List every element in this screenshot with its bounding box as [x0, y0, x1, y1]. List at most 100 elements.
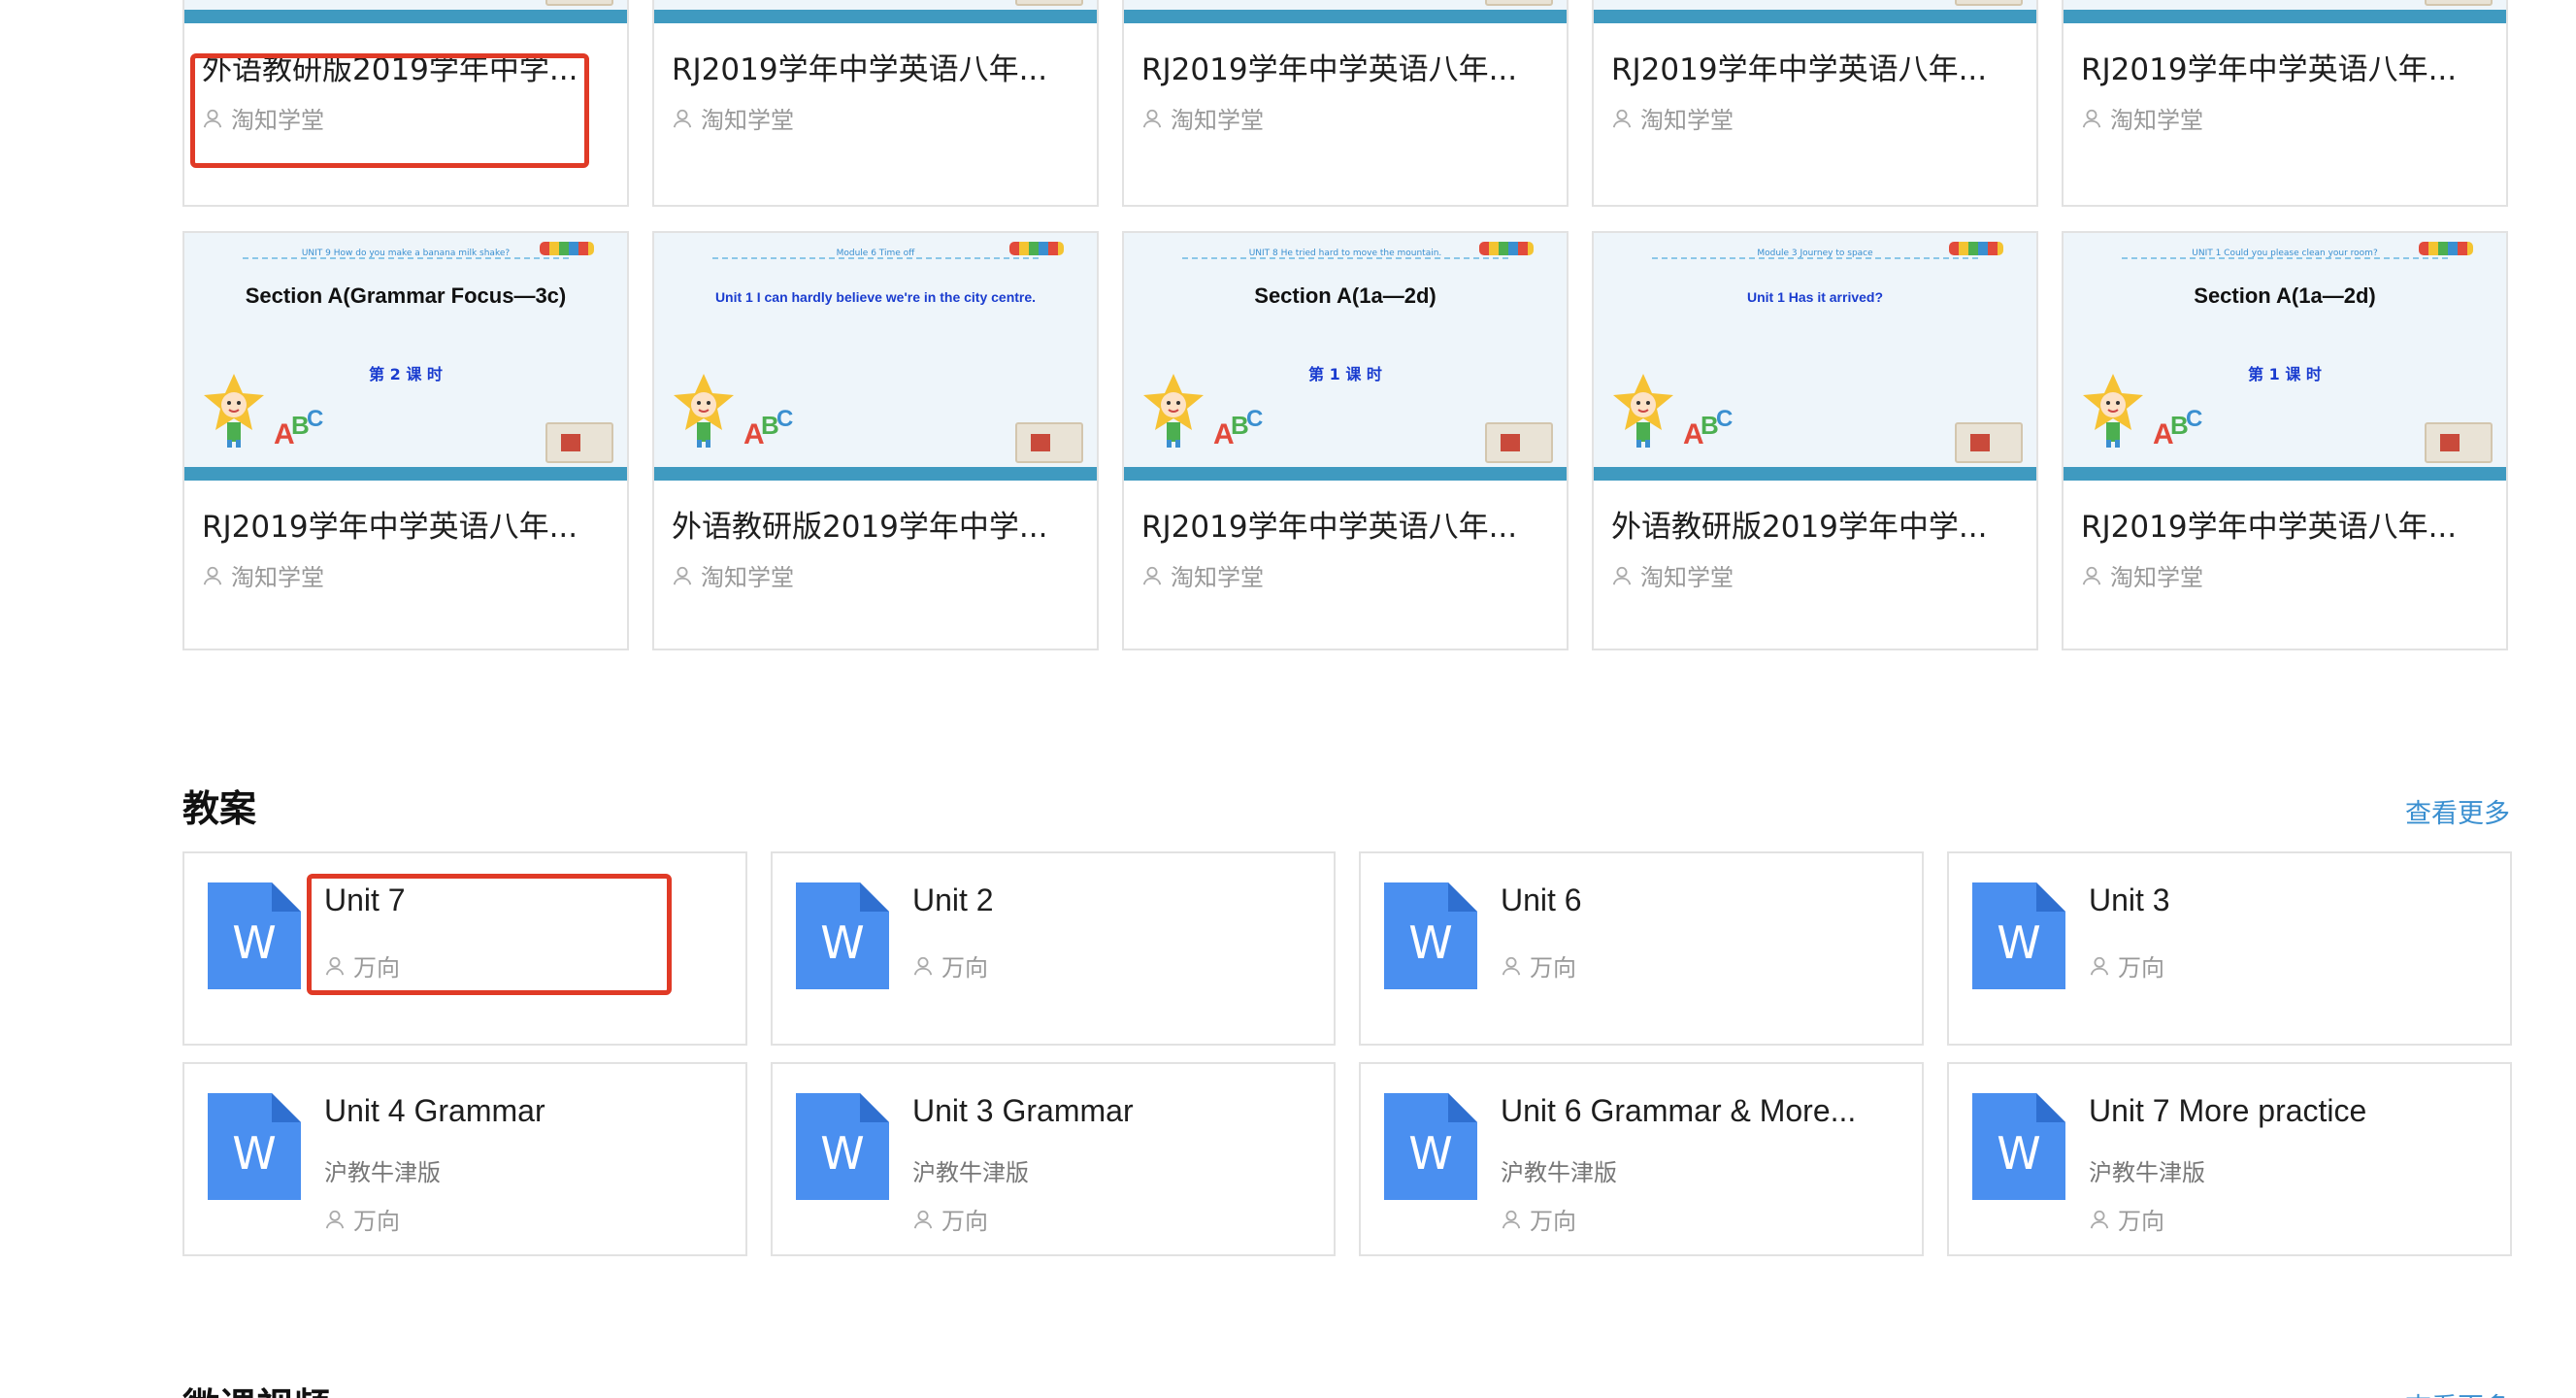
course-title[interactable]: RJ2019学年中学英语八年...	[1611, 50, 2019, 89]
course-thumbnail[interactable]: UNIT 8 He tried hard to move the mountai…	[1124, 233, 1567, 481]
lesson-plan-author: 万向	[1501, 1202, 1576, 1236]
author-name: 万向	[941, 1208, 988, 1235]
lesson-plan-title[interactable]: Unit 6 Grammar & More...	[1501, 1091, 1902, 1130]
course-title[interactable]: RJ2019学年中学英语八年...	[1141, 508, 1549, 547]
course-title[interactable]: RJ2019学年中学英语八年...	[2081, 50, 2489, 89]
svg-text:W: W	[232, 1127, 276, 1180]
svg-text:W: W	[232, 916, 276, 969]
course-title[interactable]: 外语教研版2019学年中学...	[672, 508, 1079, 547]
lesson-plan-title[interactable]: Unit 2	[912, 881, 1314, 919]
lesson-plan-publisher: 沪教牛津版	[324, 1159, 441, 1186]
course-title[interactable]: 外语教研版2019学年中学...	[1611, 508, 2019, 547]
lesson-plan-card[interactable]: W Unit 7 万向	[182, 851, 747, 1046]
author-name: 淘知学堂	[1171, 564, 1264, 591]
lesson-plan-card[interactable]: W Unit 2 万向	[771, 851, 1336, 1046]
course-card[interactable]: UNIT 8 He tried hard to move the mountai…	[1122, 231, 1569, 650]
svg-text:W: W	[820, 1127, 864, 1180]
author-name: 淘知学堂	[1640, 107, 1734, 134]
author-name: 淘知学堂	[2110, 564, 2203, 591]
desk-illustration	[1015, 422, 1083, 463]
author-name: 万向	[353, 954, 400, 982]
slide-heading: Section A(1a—2d)	[2194, 283, 2376, 308]
course-author: 淘知学堂	[1611, 101, 2019, 135]
course-card[interactable]: Module 6 Time off Unit 1 I can hardly bel…	[652, 231, 1099, 650]
lesson-plan-publisher: 沪教牛津版	[912, 1159, 1029, 1186]
course-title[interactable]: RJ2019学年中学英语八年...	[672, 50, 1079, 89]
course-title[interactable]: RJ2019学年中学英语八年...	[1141, 50, 1549, 89]
user-icon	[2082, 566, 2101, 584]
author-name: 万向	[2118, 1208, 2164, 1235]
course-card[interactable]: RJ2019学年中学英语八年... 淘知学堂	[652, 0, 1099, 207]
desk-illustration	[2425, 422, 2493, 463]
course-author: 淘知学堂	[2081, 558, 2489, 592]
course-author: 淘知学堂	[672, 101, 1079, 135]
course-author: 淘知学堂	[1611, 558, 2019, 592]
course-thumbnail[interactable]	[1124, 0, 1567, 23]
course-card[interactable]: UNIT 1 Could you please clean your room?…	[2062, 231, 2508, 650]
author-name: 万向	[2118, 954, 2164, 982]
lesson-plan-publisher: 沪教牛津版	[2089, 1159, 2205, 1186]
user-icon	[1142, 109, 1162, 127]
word-document-icon: W	[1384, 882, 1477, 989]
lesson-plan-card[interactable]: W Unit 4 Grammar 沪教牛津版万向	[182, 1062, 747, 1256]
user-icon	[325, 1210, 345, 1228]
svg-text:C: C	[1246, 406, 1263, 432]
lesson-plan-title[interactable]: Unit 6	[1501, 881, 1902, 919]
view-more-link[interactable]: 查看更多	[2405, 792, 2510, 830]
course-title[interactable]: RJ2019学年中学英语八年...	[2081, 508, 2489, 547]
course-card[interactable]: 外语教研版2019学年中学... 淘知学堂	[182, 0, 629, 207]
course-thumbnail[interactable]	[654, 0, 1097, 23]
user-icon	[1612, 566, 1632, 584]
course-title[interactable]: 外语教研版2019学年中学...	[202, 50, 610, 89]
lesson-plan-card[interactable]: W Unit 3 Grammar 沪教牛津版万向	[771, 1062, 1336, 1256]
lesson-plan-title[interactable]: Unit 3 Grammar	[912, 1091, 1314, 1130]
svg-text:W: W	[1408, 1127, 1452, 1180]
course-thumbnail[interactable]	[2064, 0, 2506, 23]
lesson-plan-title[interactable]: Unit 7	[324, 881, 726, 919]
user-icon	[1502, 956, 1521, 975]
lesson-plan-card[interactable]: W Unit 3 万向	[1947, 851, 2512, 1046]
course-card[interactable]: RJ2019学年中学英语八年... 淘知学堂	[1122, 0, 1569, 207]
lesson-plan-title[interactable]: Unit 3	[2089, 881, 2491, 919]
course-author: 淘知学堂	[672, 558, 1079, 592]
lesson-plan-author: 万向	[324, 1202, 400, 1236]
course-thumbnail[interactable]: Module 6 Time off Unit 1 I can hardly bel…	[654, 233, 1097, 481]
abc-letters-illustration: ABC	[274, 406, 323, 448]
course-title[interactable]: RJ2019学年中学英语八年...	[202, 508, 610, 547]
cartoon-girl-illustration	[2083, 374, 2143, 448]
lesson-plan-publisher: 沪教牛津版	[1501, 1159, 1617, 1186]
lesson-plan-card[interactable]: W Unit 7 More practice 沪教牛津版 万向	[1947, 1062, 2512, 1256]
desk-illustration	[1955, 0, 2023, 6]
user-icon	[203, 109, 222, 127]
author-name: 淘知学堂	[1640, 564, 1734, 591]
lesson-plan-title[interactable]: Unit 4 Grammar	[324, 1091, 726, 1130]
course-card[interactable]: UNIT 9 How do you make a banana milk sha…	[182, 231, 629, 650]
svg-text:C: C	[1716, 406, 1733, 432]
word-document-icon: W	[1384, 1093, 1477, 1200]
author-name: 万向	[1530, 1208, 1576, 1235]
abc-letters-illustration: ABC	[2153, 406, 2202, 448]
course-author: 淘知学堂	[2081, 101, 2489, 135]
slide-heading: Section A(1a—2d)	[1254, 283, 1437, 308]
user-icon	[2082, 109, 2101, 127]
course-card[interactable]: RJ2019学年中学英语八年... 淘知学堂	[2062, 0, 2508, 207]
cartoon-girl-illustration	[674, 374, 734, 448]
cartoon-girl-illustration	[204, 374, 264, 448]
course-thumbnail[interactable]	[184, 0, 627, 23]
abc-letters-illustration: ABC	[1213, 406, 1263, 448]
course-card[interactable]: Module 3 Journey to space Unit 1 Has it a…	[1592, 231, 2038, 650]
lesson-plan-title[interactable]: Unit 7 More practice	[2089, 1091, 2491, 1130]
user-icon	[2090, 956, 2109, 975]
lesson-plan-card[interactable]: W Unit 6 Grammar & More... 沪教牛津版万向	[1359, 1062, 1924, 1256]
lesson-plan-card[interactable]: W Unit 6 万向	[1359, 851, 1924, 1046]
view-more-link-videos[interactable]: 查看更多	[2405, 1386, 2510, 1398]
cartoon-girl-illustration	[1143, 374, 1204, 448]
slide-heading: Unit 1 Has it arrived?	[1746, 289, 1884, 305]
course-thumbnail[interactable]	[1594, 0, 2036, 23]
slide-heading: Unit 1 I can hardly believe we're in the…	[714, 289, 1037, 305]
word-document-icon: W	[1972, 882, 2065, 989]
course-thumbnail[interactable]: UNIT 1 Could you please clean your room?…	[2064, 233, 2506, 481]
course-thumbnail[interactable]: UNIT 9 How do you make a banana milk sha…	[184, 233, 627, 481]
course-card[interactable]: RJ2019学年中学英语八年... 淘知学堂	[1592, 0, 2038, 207]
course-thumbnail[interactable]: Module 3 Journey to space Unit 1 Has it a…	[1594, 233, 2036, 481]
